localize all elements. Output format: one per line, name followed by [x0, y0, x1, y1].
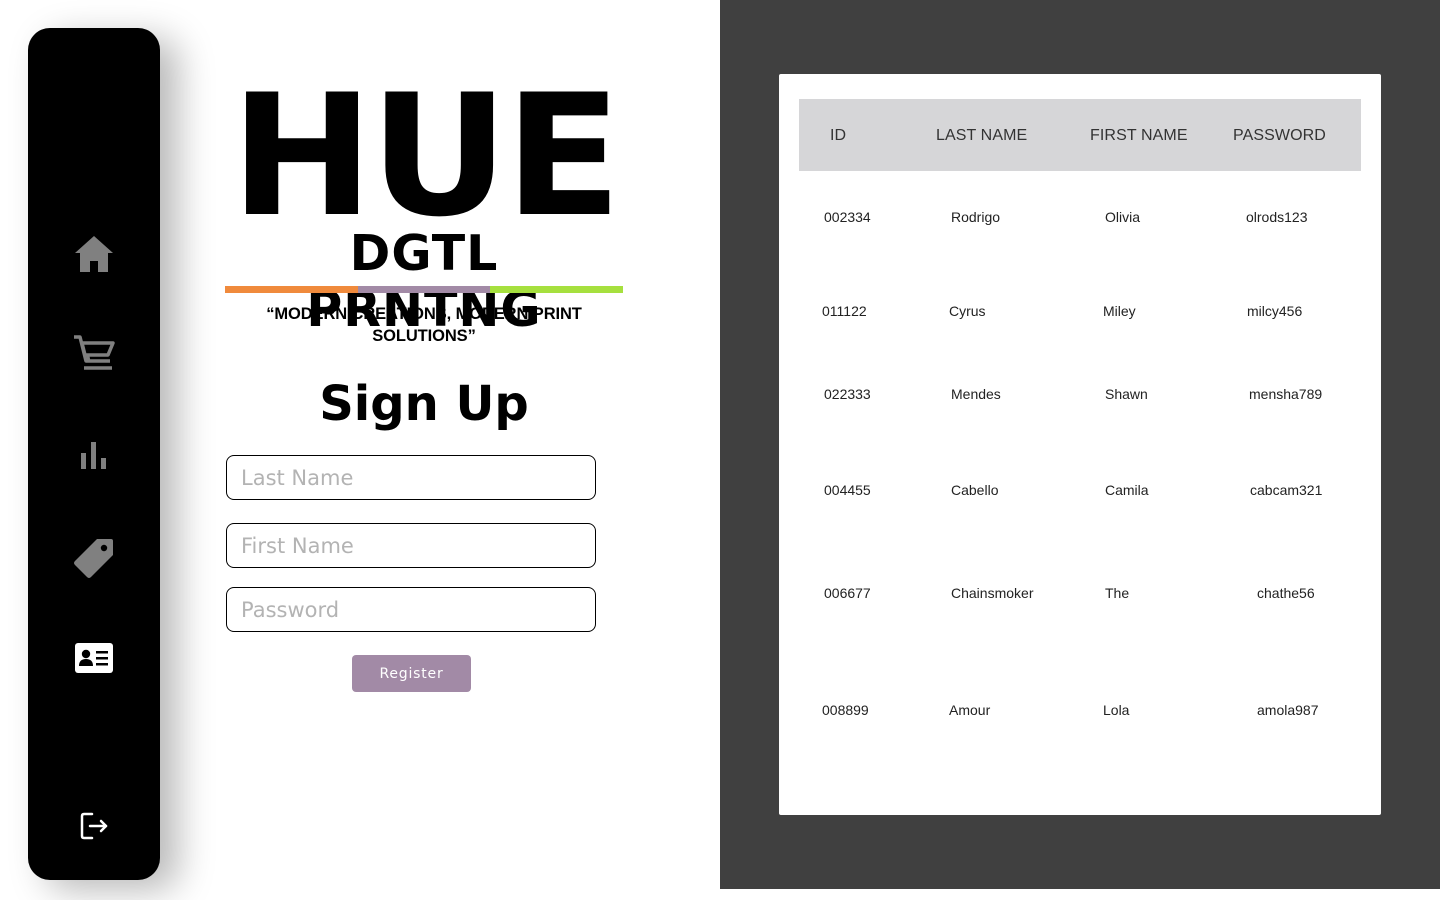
register-button[interactable]: Register: [352, 655, 471, 692]
cell-first-name: Camila: [1105, 482, 1149, 498]
cell-last-name: Mendes: [951, 386, 1001, 402]
nav-home[interactable]: [64, 224, 124, 284]
brand-logo: HUE DGTL PRNTNG “MODERN CREATIONS, MODER…: [224, 72, 624, 345]
column-header-first-name: FIRST NAME: [1090, 127, 1188, 144]
nav-logout[interactable]: [64, 796, 124, 856]
nav-tags[interactable]: [64, 528, 124, 588]
column-header-password: PASSWORD: [1233, 127, 1326, 144]
cell-id: 022333: [824, 386, 871, 402]
sign-up-page: HUE DGTL PRNTNG “MODERN CREATIONS, MODER…: [0, 0, 1440, 900]
cell-id: 008899: [822, 702, 869, 718]
brand-bar-purple: [357, 286, 491, 293]
brand-color-bar: [225, 286, 624, 293]
form-title: Sign Up: [319, 376, 529, 432]
cell-password: chathe56: [1257, 585, 1315, 601]
cell-first-name: Lola: [1103, 702, 1130, 718]
brand-tagline: “MODERN CREATIONS, MODERN PRINT SOLUTION…: [266, 305, 582, 345]
first-name-input[interactable]: [226, 523, 596, 568]
cell-id: 006677: [824, 585, 871, 601]
cell-password: milcy456: [1247, 303, 1303, 319]
cell-password: olrods123: [1246, 209, 1308, 225]
cell-id: 002334: [824, 209, 871, 225]
nav-cart[interactable]: [64, 322, 124, 382]
logout-icon: [80, 812, 108, 840]
cell-id: 004455: [824, 482, 871, 498]
cell-id: 011122: [822, 303, 867, 319]
cell-password: cabcam321: [1250, 482, 1323, 498]
nav-analytics[interactable]: [64, 425, 124, 485]
cell-last-name: Amour: [949, 702, 991, 718]
cart-icon: [74, 335, 115, 370]
nav-users[interactable]: [64, 628, 124, 688]
password-input[interactable]: [226, 587, 596, 632]
bar-chart-icon: [81, 442, 106, 469]
id-card-icon: [75, 643, 113, 673]
cell-first-name: Olivia: [1105, 209, 1141, 225]
table-header: ID LAST NAME FIRST NAME PASSWORD: [799, 99, 1361, 171]
tag-icon: [74, 539, 113, 578]
cell-last-name: Chainsmoker: [951, 585, 1034, 601]
column-header-last-name: LAST NAME: [936, 127, 1028, 144]
cell-first-name: The: [1105, 585, 1130, 601]
cell-first-name: Miley: [1103, 303, 1136, 319]
home-icon: [75, 236, 113, 272]
brand-title: HUE: [230, 58, 621, 254]
cell-password: mensha789: [1249, 386, 1323, 402]
column-header-id: ID: [830, 127, 847, 144]
cell-last-name: Cabello: [951, 482, 999, 498]
cell-first-name: Shawn: [1105, 386, 1148, 402]
brand-bar-orange: [225, 286, 358, 293]
last-name-input[interactable]: [226, 455, 596, 500]
brand-bar-green: [490, 286, 624, 293]
users-table: ID LAST NAME FIRST NAME PASSWORD 002334 …: [779, 74, 1381, 815]
cell-last-name: Rodrigo: [951, 209, 1001, 225]
users-panel: ID LAST NAME FIRST NAME PASSWORD 002334 …: [720, 0, 1440, 889]
cell-password: amola987: [1257, 702, 1319, 718]
cell-last-name: Cyrus: [949, 303, 986, 319]
sidebar: [28, 28, 160, 880]
